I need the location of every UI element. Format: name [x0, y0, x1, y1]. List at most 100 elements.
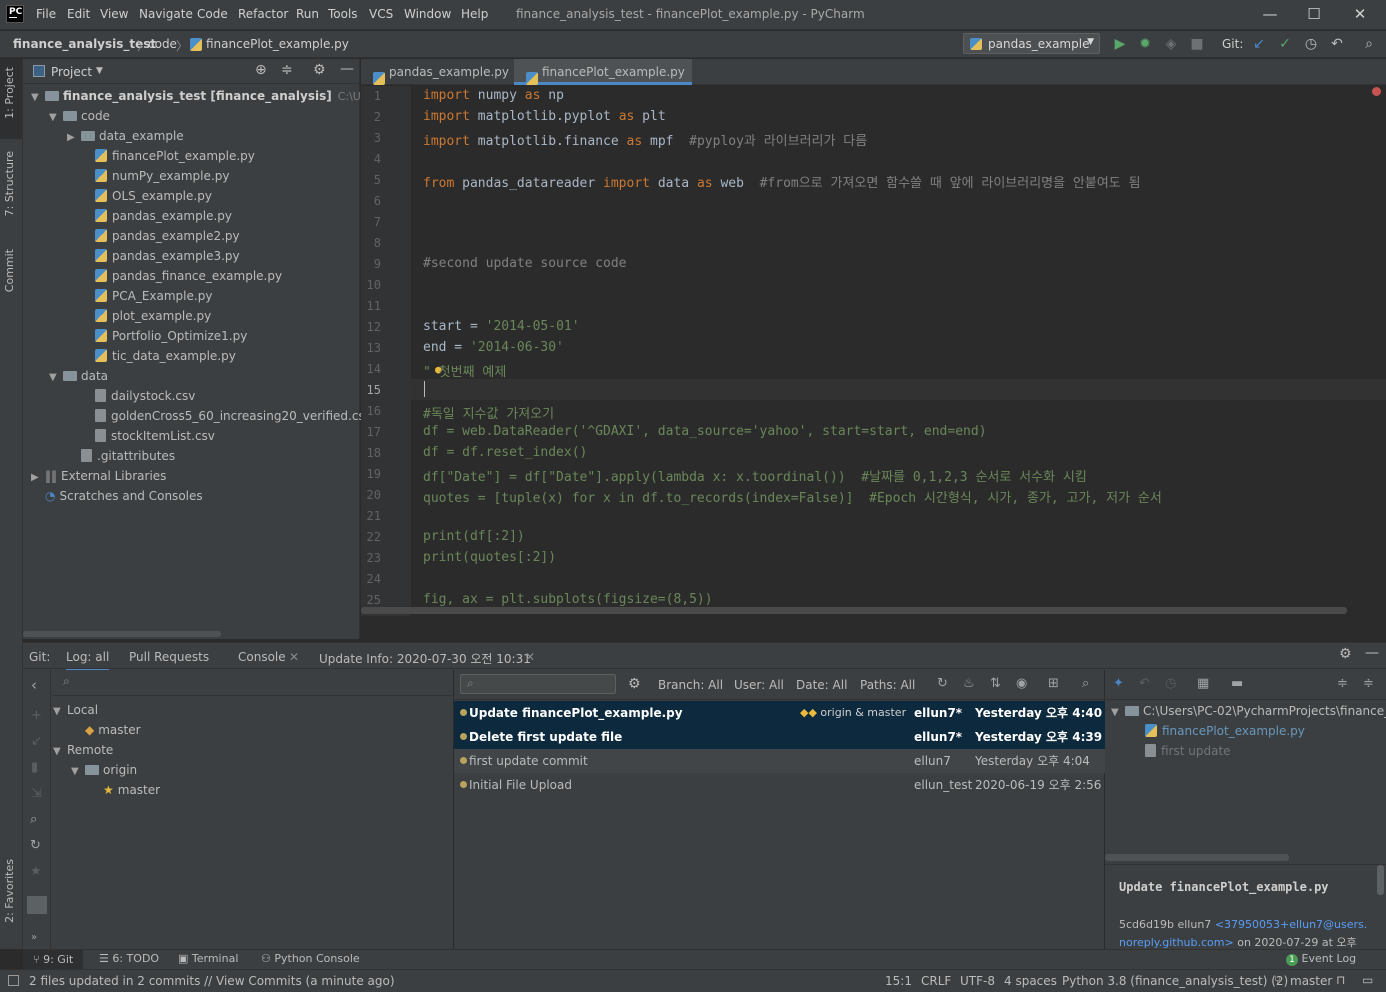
expand-all-icon[interactable]: ≑	[1337, 676, 1348, 691]
tab-log-all[interactable]: Log: all	[66, 650, 110, 672]
menu-navigate[interactable]: Navigate	[139, 7, 193, 21]
pin-icon[interactable]: ✦	[1113, 676, 1124, 691]
menu-code[interactable]: Code	[197, 7, 228, 21]
filter-date[interactable]: Date: All	[796, 678, 847, 692]
tree-item[interactable]: ▼ finance_analysis_test [finance_analysis…	[23, 86, 413, 106]
filter-user[interactable]: User: All	[734, 678, 784, 692]
editor-hscrollbar[interactable]	[361, 607, 1347, 614]
more-icon[interactable]: »	[31, 932, 37, 943]
tree-item[interactable]: ▶ data_example	[67, 126, 184, 146]
run-icon[interactable]: ▶	[1111, 35, 1129, 53]
menu-vcs[interactable]: VCS	[369, 7, 393, 21]
tool-tab-todo[interactable]: ☰ 6: TODO	[99, 952, 159, 965]
filter-branch[interactable]: Branch: All	[658, 678, 723, 692]
branch-item[interactable]: ▼ Local	[53, 700, 98, 720]
branch-item[interactable]: ▼ origin	[71, 760, 137, 780]
back-arrow-icon[interactable]: ‹	[31, 676, 37, 694]
branch-item[interactable]: ◆ master	[71, 720, 141, 740]
menu-edit[interactable]: Edit	[67, 7, 90, 21]
indent-setting[interactable]: 4 spaces	[1004, 974, 1057, 988]
tree-item[interactable]: ▼ code	[49, 106, 110, 126]
menu-run[interactable]: Run	[296, 7, 319, 21]
chevron-right-icon[interactable]: ▶	[67, 128, 81, 148]
tree-item[interactable]: PCA_Example.py	[81, 286, 212, 306]
delete-icon[interactable]: ▮	[31, 760, 38, 775]
tree-item[interactable]: pandas_example3.py	[81, 246, 240, 266]
tree-item[interactable]: plot_example.py	[81, 306, 211, 326]
star-icon[interactable]: ★	[30, 864, 42, 879]
tree-item[interactable]: stockItemList.csv	[81, 426, 215, 446]
run-configuration-select[interactable]: pandas_example ▼	[963, 33, 1100, 54]
hide-panel-icon[interactable]: —	[1365, 645, 1379, 661]
add-icon[interactable]: +	[31, 708, 42, 723]
chevron-down-icon[interactable]: ▼	[31, 88, 45, 108]
caret-position[interactable]: 15:1	[885, 974, 912, 988]
revert-icon[interactable]: ↶	[1139, 676, 1150, 691]
tree-item[interactable]: ▼ data	[49, 366, 108, 386]
tool-tab-structure[interactable]: 7: Structure	[3, 151, 16, 216]
chevron-down-icon[interactable]: ▼	[49, 368, 63, 388]
tree-item[interactable]: pandas_example.py	[81, 206, 232, 226]
tool-tab-git[interactable]: ⑂ 9: Git	[23, 950, 84, 970]
menu-window[interactable]: Window	[404, 7, 451, 21]
commit-email-2[interactable]: noreply.github.com>	[1119, 936, 1234, 949]
tab-pandas-example[interactable]: pandas_example.py ✕	[361, 59, 511, 105]
locate-file-icon[interactable]: ⊕	[255, 62, 267, 78]
tool-tab-terminal[interactable]: ▣ Terminal	[178, 952, 238, 965]
python-interpreter[interactable]: Python 3.8 (finance_analysis_test) (2)	[1062, 974, 1288, 988]
search-icon[interactable]: ⌕	[1082, 676, 1089, 691]
event-log[interactable]: 1 Event Log	[1286, 952, 1356, 966]
commit-icon[interactable]: ✓	[1276, 35, 1294, 53]
tool-tab-project[interactable]: 1: Project	[3, 67, 16, 119]
collapse-all-icon[interactable]: ≑	[281, 62, 293, 78]
update-project-icon[interactable]: ↙	[1250, 35, 1268, 53]
gear-icon[interactable]: ⚙	[628, 676, 641, 692]
file-encoding[interactable]: UTF-8	[960, 974, 995, 988]
git-branch[interactable]: master	[1290, 974, 1332, 988]
filter-paths[interactable]: Paths: All	[860, 678, 915, 692]
commit-row[interactable]: Update financePlot_example.py ◆◆ origin &…	[454, 701, 1105, 725]
menu-file[interactable]: File	[36, 7, 56, 21]
breadcrumb-project[interactable]: finance_analysis_test	[13, 37, 156, 51]
toggle-tool-windows-icon[interactable]	[8, 975, 19, 986]
lock-icon[interactable]: ⊓	[1336, 973, 1345, 987]
breadcrumb-code[interactable]: code	[148, 37, 177, 51]
close-button[interactable]: ✕	[1349, 4, 1371, 24]
error-indicator-icon[interactable]	[1372, 87, 1381, 96]
debug-icon[interactable]: ✹	[1136, 35, 1154, 53]
commit-row[interactable]: Delete first update file ellun7* Yesterday…	[454, 725, 1105, 749]
tree-item[interactable]: tic_data_example.py	[81, 346, 236, 366]
chevron-down-icon[interactable]: ▼	[49, 108, 63, 128]
details-hscrollbar[interactable]	[1105, 854, 1289, 861]
minimize-button[interactable]: —	[1259, 4, 1281, 24]
branch-item[interactable]: ★ master	[89, 780, 160, 800]
commit-row[interactable]: first update commit ellun7 Yesterday 오후 4:…	[454, 749, 1105, 773]
tree-item[interactable]: dailystock.csv	[81, 386, 195, 406]
code-editor[interactable]: 1 2 3 4 5 6 7 8 9 10 11 12 13 14 15 16 17 18 19 20 21 22 23 24 2…	[361, 86, 1386, 616]
menu-tools[interactable]: Tools	[328, 7, 358, 21]
project-hscrollbar[interactable]	[23, 631, 221, 637]
tree-item[interactable]: pandas_example2.py	[81, 226, 240, 246]
tool-tab-commit[interactable]: Commit	[3, 249, 16, 292]
tree-item[interactable]: ▶ ‖‖ External Libraries	[31, 466, 166, 486]
tab-update-info[interactable]: Update Info: 2020-07-30 오전 10:31	[319, 650, 531, 667]
changed-root[interactable]: ▼ C:\Users\PC-02\PycharmProjects\finance_	[1111, 704, 1386, 718]
toggle-branches-icon[interactable]	[27, 896, 47, 914]
cherry-pick-icon[interactable]: ♨	[963, 676, 975, 691]
refresh-icon[interactable]: ↻	[937, 676, 948, 691]
log-search-input[interactable]: ⌕	[460, 674, 616, 694]
tree-item[interactable]: OLS_example.py	[81, 186, 212, 206]
chevron-down-icon[interactable]: ▼	[53, 702, 67, 722]
hide-panel-icon[interactable]: —	[340, 61, 354, 77]
compare-icon[interactable]: ⇅	[990, 676, 1001, 691]
stop-icon[interactable]: ■	[1188, 35, 1206, 53]
chevron-right-icon[interactable]: ▶	[31, 468, 45, 488]
merge-icon[interactable]: ⇲	[31, 786, 42, 801]
chevron-down-icon[interactable]: ▼	[96, 66, 103, 76]
new-tab-icon[interactable]: ⊞	[1048, 676, 1059, 691]
search-icon[interactable]: ⌕	[30, 812, 37, 827]
commit-email[interactable]: <37950053+ellun7@users.	[1215, 918, 1367, 931]
tree-item[interactable]: .gitattributes	[67, 446, 175, 466]
collapse-all-icon[interactable]: ≑	[1363, 676, 1374, 691]
chevron-down-icon[interactable]: ▼	[71, 762, 85, 782]
